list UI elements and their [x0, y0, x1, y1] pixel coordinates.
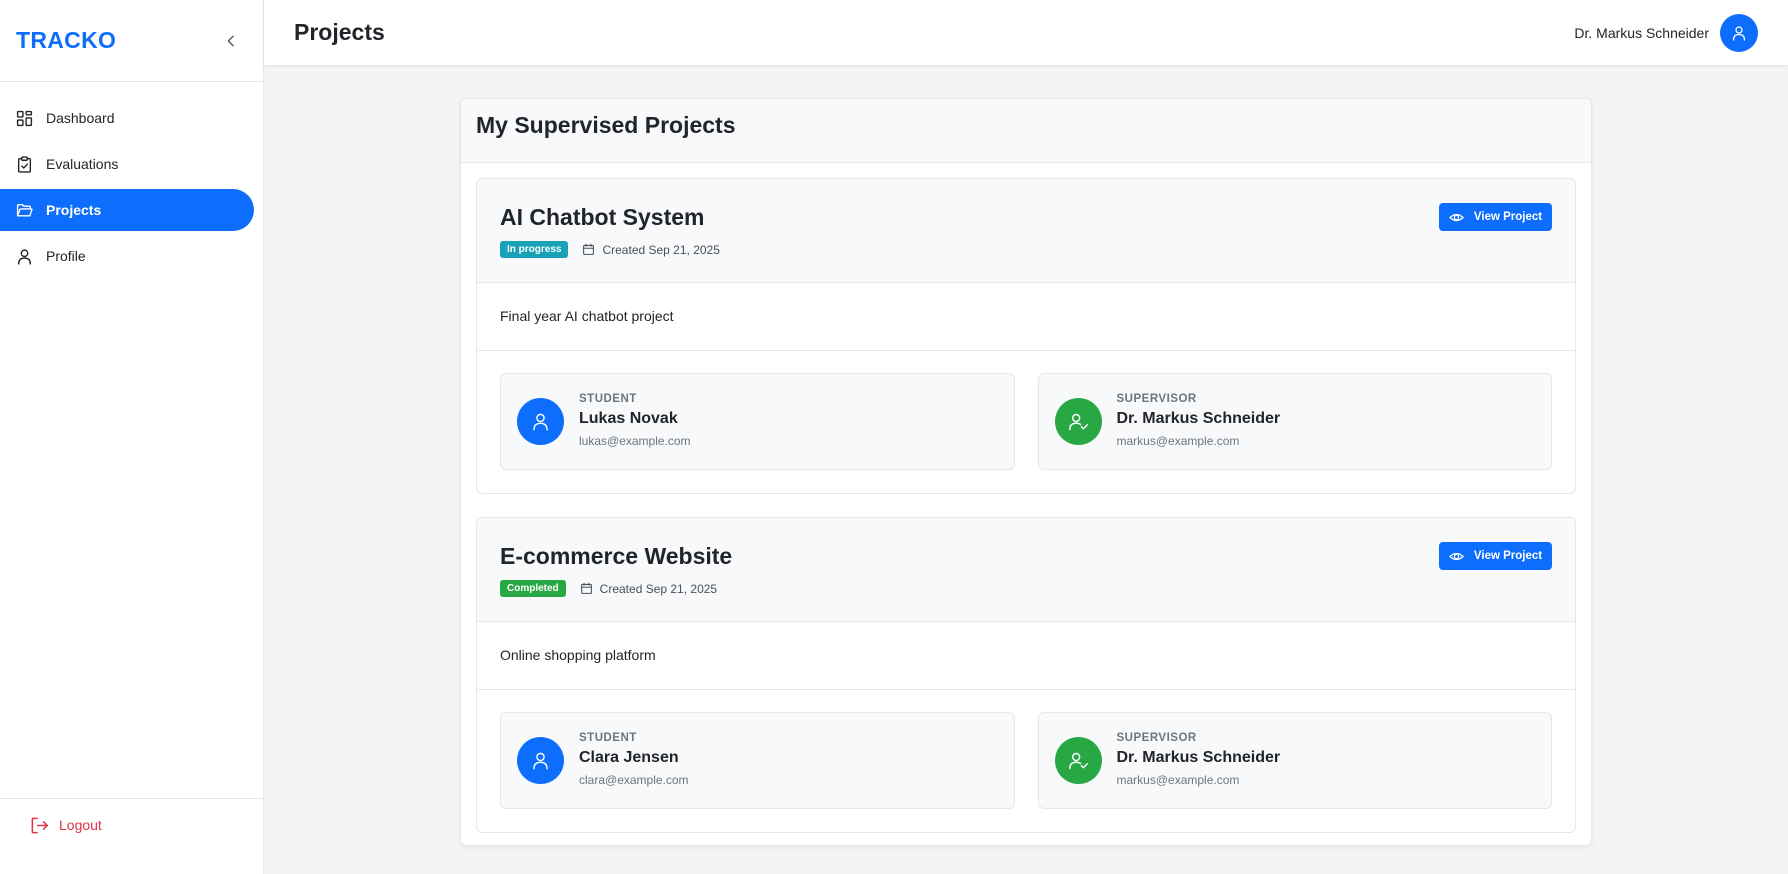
sidebar-header: TRACKO	[0, 0, 263, 82]
person-role: STUDENT	[579, 732, 637, 744]
person-name: Dr. Markus Schneider	[1116, 410, 1281, 427]
student-info: STUDENT Lukas Novak lukas@example.com	[579, 393, 691, 448]
student-info: STUDENT Clara Jensen clara@example.com	[579, 732, 689, 787]
avatar[interactable]	[1720, 13, 1758, 52]
person-email: lukas@example.com	[579, 434, 691, 448]
sidebar-item-label: Profile	[46, 248, 86, 264]
view-project-label: View Project	[1473, 550, 1543, 562]
person-role: SUPERVISOR	[1116, 393, 1197, 405]
card-title: My Supervised Projects	[476, 112, 736, 138]
project-list: AI Chatbot System In progress Created Se…	[461, 163, 1591, 833]
sidebar: TRACKO Dashboard Evaluations Projects Pr…	[0, 0, 264, 874]
user-icon	[1732, 25, 1746, 41]
collapse-sidebar-button[interactable]	[219, 29, 243, 53]
person-email: clara@example.com	[579, 773, 689, 787]
user-name: Dr. Markus Schneider	[1574, 24, 1709, 41]
clipboard-check-icon	[17, 155, 32, 173]
project-meta: In progress Created Sep 21, 2025	[500, 241, 1552, 258]
supervisor-info: SUPERVISOR Dr. Markus Schneider markus@e…	[1116, 393, 1281, 448]
user-icon	[533, 413, 548, 431]
view-project-button[interactable]: View Project	[1439, 542, 1552, 570]
view-project-button[interactable]: View Project	[1439, 203, 1552, 231]
user-icon	[17, 248, 32, 265]
sidebar-item-label: Evaluations	[46, 156, 119, 172]
project-card: AI Chatbot System In progress Created Se…	[476, 178, 1576, 494]
top-bar: Projects Dr. Markus Schneider	[264, 0, 1788, 66]
person-email: markus@example.com	[1116, 434, 1240, 448]
brand-logo[interactable]: TRACKO	[16, 27, 116, 54]
folder-open-icon	[16, 203, 33, 217]
supervisor-avatar	[1054, 737, 1102, 784]
eye-icon	[1448, 213, 1464, 221]
sidebar-item-profile[interactable]: Profile	[0, 235, 254, 277]
created-date-text: Created Sep 21, 2025	[599, 581, 718, 596]
student-avatar	[517, 398, 564, 445]
project-description: Final year AI chatbot project	[477, 283, 1575, 351]
student-card: STUDENT Lukas Novak lukas@example.com	[500, 373, 1015, 470]
sidebar-item-projects[interactable]: Projects	[0, 189, 254, 231]
user-menu[interactable]: Dr. Markus Schneider	[1574, 13, 1758, 52]
sidebar-item-dashboard[interactable]: Dashboard	[0, 97, 254, 139]
supervisor-info: SUPERVISOR Dr. Markus Schneider markus@e…	[1116, 732, 1281, 787]
supervisor-card: SUPERVISOR Dr. Markus Schneider markus@e…	[1037, 373, 1552, 470]
sidebar-item-label: Dashboard	[46, 110, 115, 126]
person-name: Lukas Novak	[579, 410, 678, 427]
sidebar-item-evaluations[interactable]: Evaluations	[0, 143, 254, 185]
student-card: STUDENT Clara Jensen clara@example.com	[500, 712, 1015, 809]
person-name: Dr. Markus Schneider	[1116, 749, 1281, 766]
created-date-text: Created Sep 21, 2025	[602, 242, 720, 257]
created-date: Created Sep 21, 2025	[582, 242, 720, 257]
user-icon	[533, 752, 548, 770]
page-title: Projects	[294, 19, 385, 45]
chevron-left-icon	[227, 35, 234, 46]
person-role: STUDENT	[579, 393, 637, 405]
project-header: AI Chatbot System In progress Created Se…	[477, 179, 1575, 283]
student-avatar	[517, 737, 564, 784]
supervisor-card: SUPERVISOR Dr. Markus Schneider markus@e…	[1037, 712, 1552, 809]
supervisor-avatar	[1054, 398, 1102, 445]
project-header: E-commerce Website Completed Created Sep…	[477, 518, 1575, 622]
project-title: E-commerce Website	[500, 543, 733, 569]
calendar-icon	[583, 243, 595, 255]
eye-icon	[1448, 552, 1464, 560]
supervised-projects-card: My Supervised Projects AI Chatbot System…	[460, 98, 1592, 846]
project-title: AI Chatbot System	[500, 204, 705, 230]
project-people: STUDENT Lukas Novak lukas@example.com SU…	[477, 351, 1575, 493]
sidebar-item-label: Projects	[46, 202, 102, 218]
project-meta: Completed Created Sep 21, 2025	[500, 580, 1552, 597]
project-people: STUDENT Clara Jensen clara@example.com S…	[477, 690, 1575, 832]
logout-button[interactable]: Logout	[30, 811, 263, 839]
status-badge: Completed	[500, 580, 566, 597]
dashboard-icon	[16, 110, 33, 126]
logout-label: Logout	[59, 817, 102, 833]
person-email: markus@example.com	[1116, 773, 1240, 787]
card-header: My Supervised Projects	[461, 99, 1591, 163]
status-badge: In progress	[500, 241, 569, 258]
sidebar-footer: Logout	[0, 798, 263, 874]
person-name: Clara Jensen	[579, 749, 679, 766]
calendar-icon	[580, 582, 592, 594]
sidebar-nav: Dashboard Evaluations Projects Profile	[0, 82, 263, 277]
user-check-icon	[1068, 413, 1088, 431]
project-card: E-commerce Website Completed Created Sep…	[476, 517, 1576, 833]
user-check-icon	[1068, 752, 1088, 770]
person-role: SUPERVISOR	[1116, 732, 1197, 744]
created-date: Created Sep 21, 2025	[580, 582, 717, 596]
logout-icon	[31, 817, 48, 833]
project-description: Online shopping platform	[477, 622, 1575, 690]
view-project-label: View Project	[1473, 211, 1543, 223]
